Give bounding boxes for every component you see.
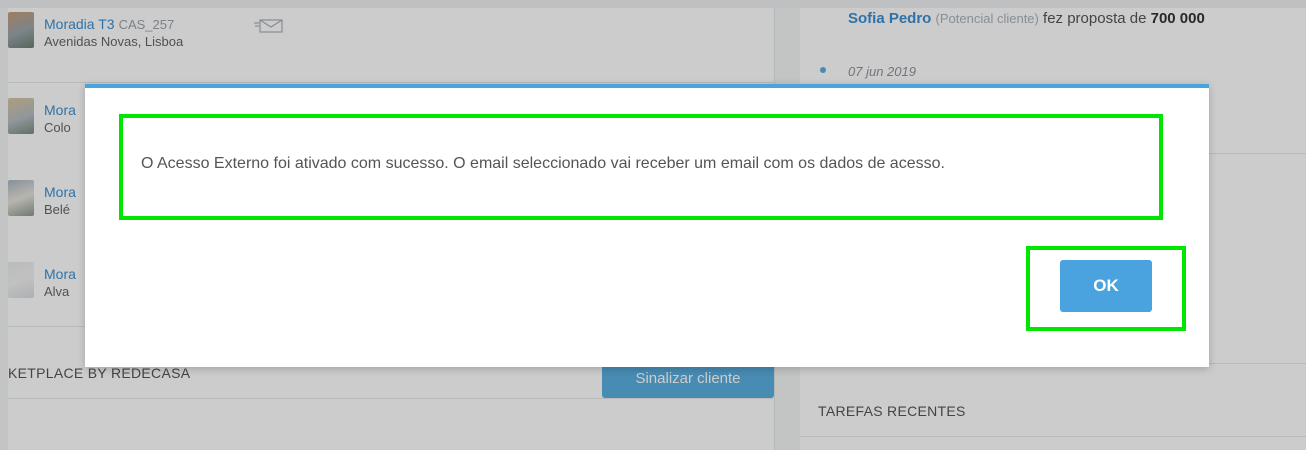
ok-highlight: OK bbox=[1026, 246, 1186, 331]
message-highlight: O Acesso Externo foi ativado com sucesso… bbox=[119, 114, 1163, 220]
success-dialog: O Acesso Externo foi ativado com sucesso… bbox=[85, 84, 1209, 367]
ok-button[interactable]: OK bbox=[1060, 260, 1152, 312]
dialog-message: O Acesso Externo foi ativado com sucesso… bbox=[141, 155, 945, 172]
